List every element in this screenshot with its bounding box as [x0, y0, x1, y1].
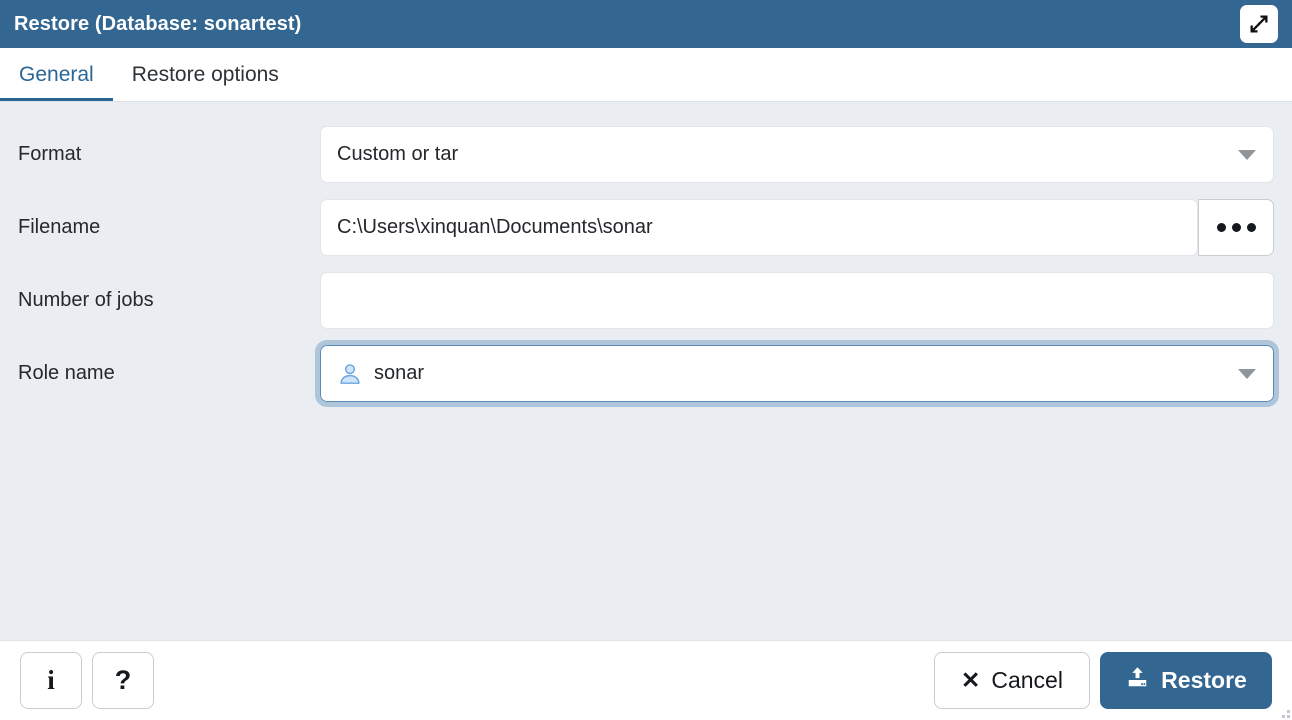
tabstrip: General Restore options	[0, 48, 1292, 102]
resize-grip[interactable]	[1276, 704, 1290, 718]
upload-icon	[1125, 665, 1150, 696]
control-filename: C:\Users\xinquan\Documents\sonar	[320, 199, 1274, 256]
number-of-jobs-input[interactable]	[320, 272, 1274, 329]
field-row-number-of-jobs: Number of jobs	[18, 264, 1274, 337]
label-filename: Filename	[18, 216, 101, 238]
dialog-titlebar: Restore (Database: sonartest)	[0, 0, 1292, 48]
footer-right-group: ✕ Cancel Restore	[934, 652, 1272, 709]
expand-arrows-icon	[1247, 12, 1271, 36]
filename-input[interactable]: C:\Users\xinquan\Documents\sonar	[320, 199, 1198, 256]
close-x-icon: ✕	[961, 667, 981, 693]
role-chevron-down-icon	[1238, 368, 1256, 379]
info-icon: i	[47, 665, 55, 695]
footer-left-group: i ?	[20, 652, 154, 709]
field-row-role-name: Role name sonar	[18, 337, 1279, 410]
restore-dialog: Restore (Database: sonartest) General Re…	[0, 0, 1292, 720]
ellipsis-icon	[1216, 223, 1256, 232]
role-name-select[interactable]: sonar	[320, 345, 1274, 402]
chevron-down-icon	[1238, 149, 1256, 160]
control-number-of-jobs	[320, 272, 1274, 329]
label-number-of-jobs: Number of jobs	[18, 289, 154, 311]
cancel-button-label: Cancel	[991, 667, 1063, 693]
label-role-name: Role name	[18, 362, 115, 384]
control-format: Custom or tar	[320, 126, 1274, 183]
field-row-format: Format Custom or tar	[18, 118, 1274, 191]
restore-button[interactable]: Restore	[1100, 652, 1272, 709]
filename-value: C:\Users\xinquan\Documents\sonar	[337, 216, 653, 238]
format-select[interactable]: Custom or tar	[320, 126, 1274, 183]
help-button[interactable]: ?	[92, 652, 154, 709]
tab-restore-options-label: Restore options	[131, 63, 279, 86]
browse-button[interactable]	[1198, 199, 1274, 256]
form-body: Format Custom or tar Filename C:\Users\x…	[0, 102, 1292, 640]
field-row-filename: Filename C:\Users\xinquan\Documents\sona…	[18, 191, 1274, 264]
label-format: Format	[18, 143, 82, 165]
dialog-footer: i ? ✕ Cancel Restore	[0, 640, 1292, 720]
info-button[interactable]: i	[20, 652, 82, 709]
tab-general-label: General	[19, 63, 94, 86]
role-name-value: sonar	[374, 362, 425, 384]
tab-general[interactable]: General	[0, 48, 113, 102]
restore-button-label: Restore	[1161, 667, 1247, 693]
format-select-value: Custom or tar	[337, 143, 459, 165]
cancel-button[interactable]: ✕ Cancel	[934, 652, 1090, 709]
maximize-button[interactable]	[1240, 5, 1278, 43]
question-mark-icon: ?	[114, 665, 132, 695]
tab-restore-options[interactable]: Restore options	[113, 48, 298, 102]
control-role-name: sonar	[315, 340, 1279, 407]
user-icon	[337, 361, 363, 387]
dialog-title: Restore (Database: sonartest)	[14, 12, 302, 35]
